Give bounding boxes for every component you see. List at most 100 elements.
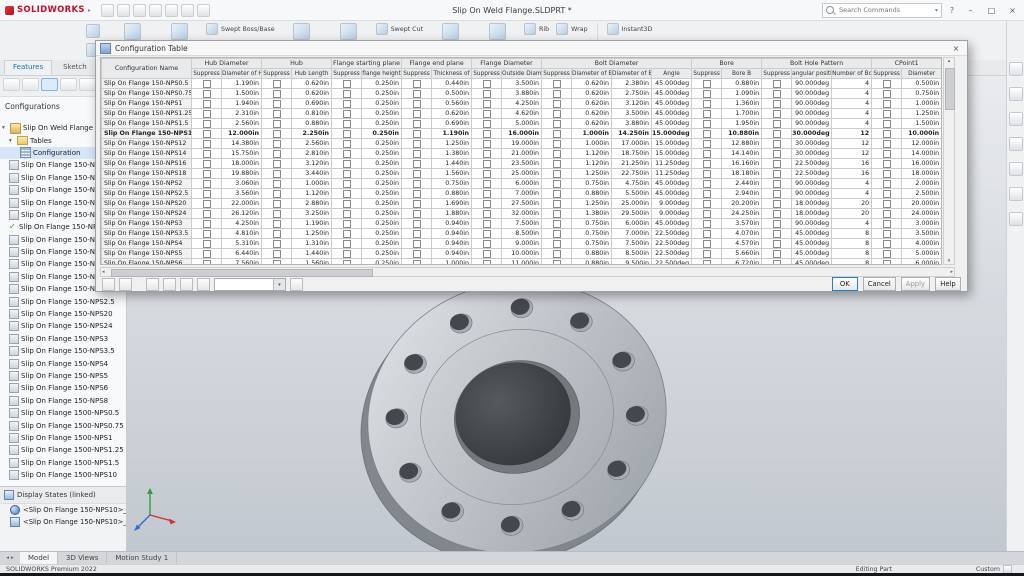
value-cell[interactable]: 22.500deg (652, 249, 692, 259)
value-cell[interactable]: 19.000in (502, 139, 542, 149)
value-cell[interactable]: 2.310in (222, 109, 262, 119)
config-name-cell[interactable]: Slip On Flange 150-NPS10 (102, 129, 192, 139)
suppress-checkbox-cell[interactable] (872, 89, 902, 99)
suppress-checkbox-cell[interactable] (262, 139, 292, 149)
value-cell[interactable]: 20 (832, 209, 872, 219)
suppress-checkbox-cell[interactable] (542, 199, 572, 209)
print-icon[interactable] (149, 4, 162, 17)
suppress-checkbox-cell[interactable] (762, 259, 792, 266)
value-cell[interactable]: 1.500in (902, 119, 942, 129)
suppress-checkbox[interactable] (483, 240, 491, 248)
column-subheader-suppress[interactable]: Suppress (262, 69, 292, 79)
value-cell[interactable]: 2.560in (292, 139, 332, 149)
suppress-checkbox[interactable] (203, 180, 211, 188)
suppress-checkbox-cell[interactable] (542, 139, 572, 149)
value-cell[interactable]: 8 (832, 249, 872, 259)
suppress-checkbox-cell[interactable] (692, 159, 722, 169)
suppress-checkbox-cell[interactable] (402, 119, 432, 129)
value-cell[interactable]: 30.000deg (792, 129, 832, 139)
value-cell[interactable]: 45.000deg (652, 119, 692, 129)
value-cell[interactable]: 22.500deg (652, 229, 692, 239)
value-cell[interactable]: 8.500in (612, 249, 652, 259)
suppress-checkbox[interactable] (203, 170, 211, 178)
tab-scroll-right-icon[interactable]: ▸ (11, 555, 14, 561)
suppress-checkbox[interactable] (203, 160, 211, 168)
suppress-checkbox[interactable] (883, 110, 891, 118)
suppress-checkbox[interactable] (413, 110, 421, 118)
suppress-checkbox[interactable] (883, 160, 891, 168)
table-row[interactable]: Slip On Flange 150-NPS67.560in1.560in0.2… (102, 259, 942, 266)
suppress-checkbox[interactable] (773, 180, 781, 188)
suppress-checkbox[interactable] (273, 240, 281, 248)
value-cell[interactable]: 2.500in (902, 189, 942, 199)
suppress-checkbox-cell[interactable] (402, 89, 432, 99)
suppress-checkbox-cell[interactable] (542, 99, 572, 109)
suppress-checkbox-cell[interactable] (542, 129, 572, 139)
value-cell[interactable]: 32.000in (502, 209, 542, 219)
suppress-checkbox[interactable] (483, 80, 491, 88)
value-cell[interactable]: 0.940in (432, 219, 472, 229)
value-cell[interactable]: 90.000deg (792, 79, 832, 89)
suppress-checkbox[interactable] (483, 230, 491, 238)
value-cell[interactable]: 12 (832, 149, 872, 159)
value-cell[interactable]: 1.190in (432, 129, 472, 139)
suppress-checkbox[interactable] (343, 120, 351, 128)
suppress-checkbox[interactable] (553, 210, 561, 218)
value-cell[interactable]: 17.000in (612, 139, 652, 149)
suppress-checkbox-cell[interactable] (332, 89, 362, 99)
suppress-checkbox-cell[interactable] (472, 199, 502, 209)
value-cell[interactable]: 22.500deg (652, 239, 692, 249)
value-cell[interactable]: 4.070in (722, 229, 762, 239)
value-cell[interactable]: 16.000in (502, 129, 542, 139)
suppress-checkbox-cell[interactable] (472, 169, 502, 179)
view-palette-icon[interactable] (1009, 137, 1023, 151)
suppress-checkbox[interactable] (483, 150, 491, 158)
suppress-checkbox[interactable] (553, 250, 561, 258)
suppress-checkbox[interactable] (203, 250, 211, 258)
suppress-checkbox[interactable] (343, 80, 351, 88)
suppress-checkbox[interactable] (703, 210, 711, 218)
column-subheader-suppress[interactable]: Suppress (192, 69, 222, 79)
value-cell[interactable]: 0.250in (362, 249, 402, 259)
suppress-checkbox-cell[interactable] (192, 199, 222, 209)
suppress-checkbox-cell[interactable] (192, 219, 222, 229)
value-cell[interactable]: 9.500in (612, 259, 652, 266)
suppress-checkbox[interactable] (413, 170, 421, 178)
suppress-checkbox[interactable] (413, 80, 421, 88)
suppress-checkbox-cell[interactable] (402, 219, 432, 229)
suppress-checkbox-cell[interactable] (332, 219, 362, 229)
column-subheader-flange-height[interactable]: flange height (362, 69, 402, 79)
value-cell[interactable]: 0.250in (362, 129, 402, 139)
suppress-checkbox[interactable] (343, 160, 351, 168)
tab-scroll-left-icon[interactable]: ◂ (6, 555, 9, 561)
suppress-checkbox[interactable] (483, 250, 491, 258)
suppress-checkbox[interactable] (343, 100, 351, 108)
suppress-checkbox[interactable] (703, 90, 711, 98)
value-cell[interactable]: 90.000deg (792, 99, 832, 109)
suppress-checkbox[interactable] (273, 90, 281, 98)
suppress-checkbox[interactable] (203, 100, 211, 108)
suppress-checkbox[interactable] (413, 230, 421, 238)
suppress-checkbox-cell[interactable] (762, 149, 792, 159)
suppress-checkbox-cell[interactable] (262, 79, 292, 89)
table-row[interactable]: Slip On Flange 150-NPS2426.120in3.250in0… (102, 209, 942, 219)
suppress-checkbox[interactable] (203, 200, 211, 208)
value-cell[interactable]: 3.880in (612, 119, 652, 129)
value-cell[interactable]: 21.250in (612, 159, 652, 169)
value-cell[interactable]: 20.000in (902, 199, 942, 209)
value-cell[interactable]: 10.000in (502, 249, 542, 259)
value-cell[interactable]: 2.880in (292, 199, 332, 209)
suppress-checkbox[interactable] (773, 190, 781, 198)
column-group-hub[interactable]: Hub (262, 59, 332, 69)
value-cell[interactable]: 24.250in (722, 209, 762, 219)
value-cell[interactable]: 12.880in (722, 139, 762, 149)
suppress-checkbox[interactable] (483, 180, 491, 188)
suppress-checkbox[interactable] (343, 110, 351, 118)
sidebar-item-configuration[interactable]: Slip On Flange 1500-NPS1 (0, 432, 126, 444)
suppress-checkbox[interactable] (883, 230, 891, 238)
value-cell[interactable]: 9.000in (502, 239, 542, 249)
value-cell[interactable]: 0.560in (432, 99, 472, 109)
horizontal-scrollbar[interactable]: ◂ ▸ (100, 267, 955, 277)
suppress-checkbox-cell[interactable] (872, 249, 902, 259)
suppress-checkbox-cell[interactable] (762, 209, 792, 219)
